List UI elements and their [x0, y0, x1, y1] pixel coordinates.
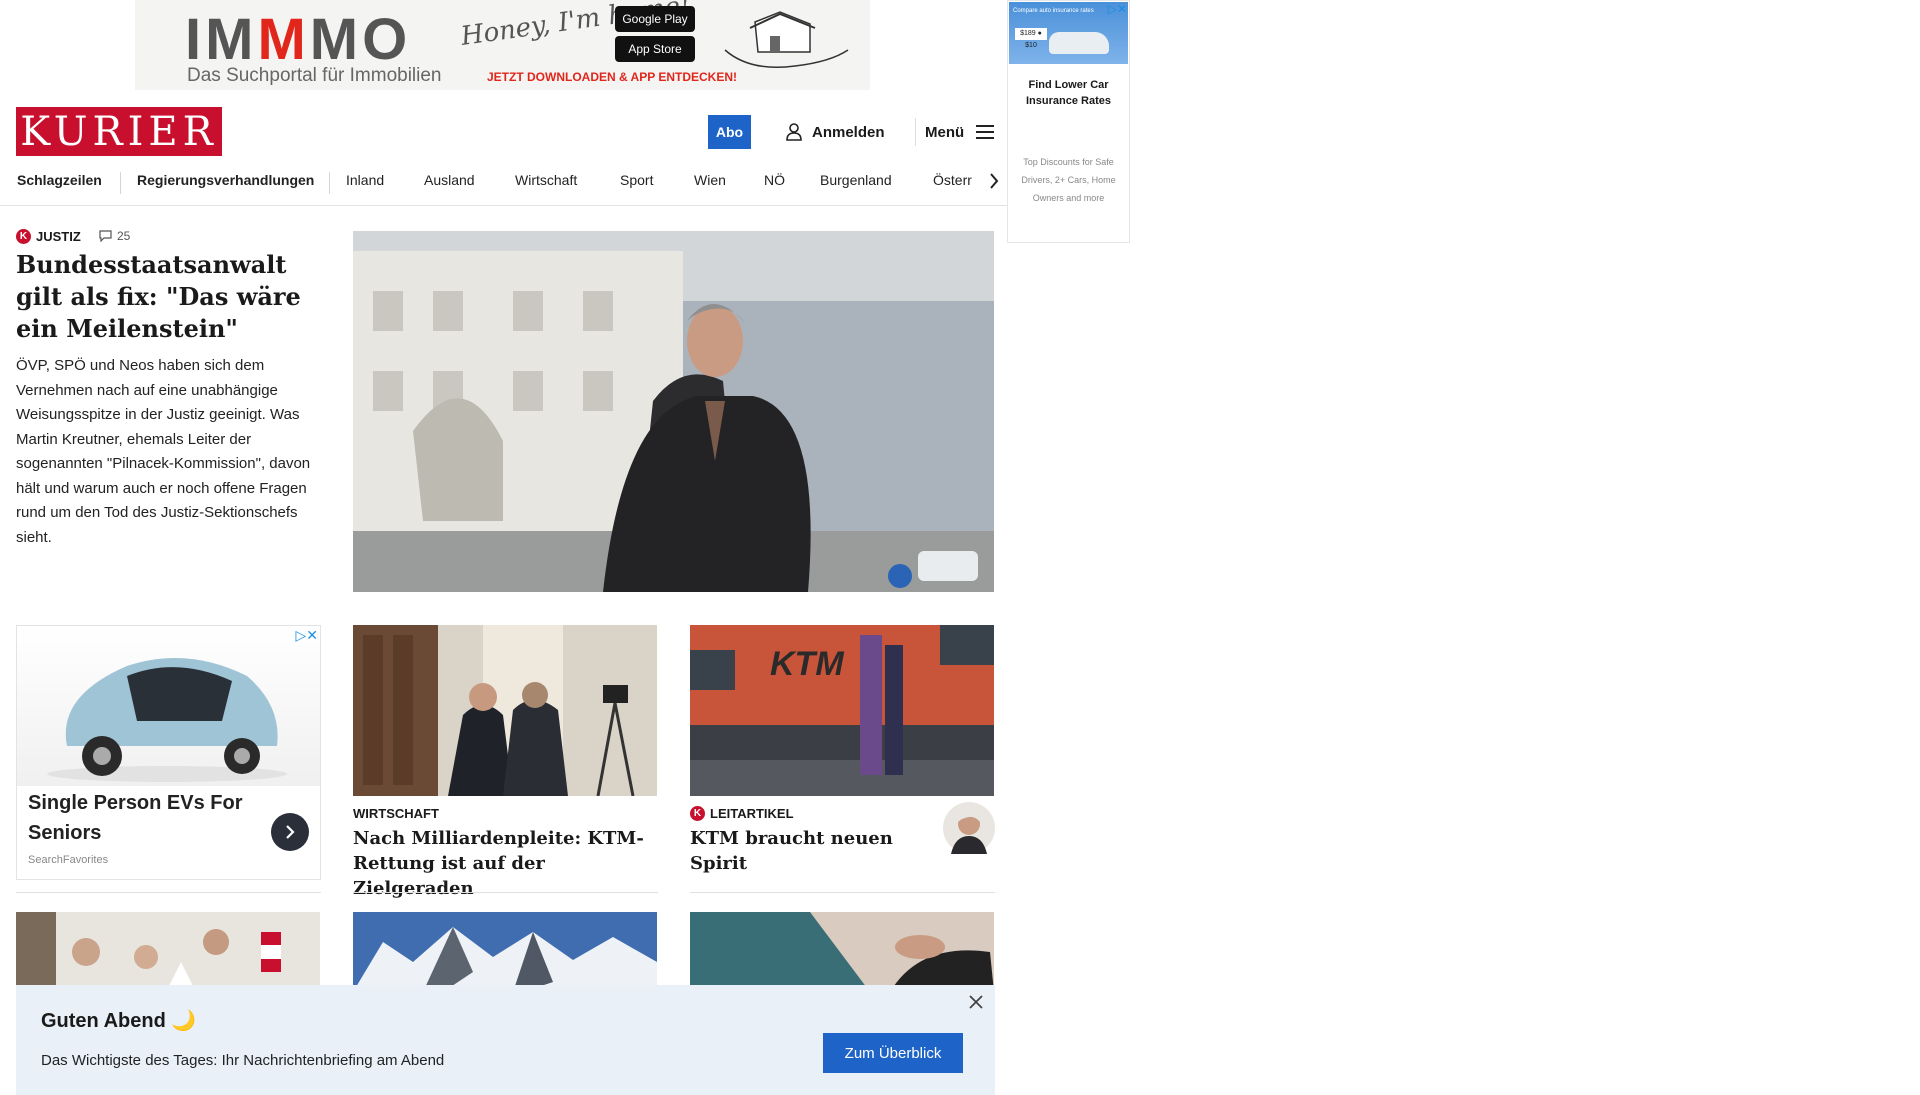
card-image-ktm-rettung[interactable] [353, 625, 657, 796]
close-icon [969, 995, 983, 1009]
car-image [1049, 32, 1109, 54]
nav-scroll-right[interactable] [969, 165, 999, 197]
inline-ad-go-button[interactable] [271, 813, 309, 851]
login-button[interactable]: Anmelden [786, 116, 885, 148]
nav-item-schlagzeilen[interactable]: Schlagzeilen [17, 165, 102, 205]
inline-ad[interactable]: ▷✕ Single Person EVs For Seniors SearchF… [16, 625, 321, 880]
ktm-sign: KTM [770, 645, 844, 683]
lead-comments[interactable]: 25 [99, 229, 130, 243]
side-ad-title: Find Lower Car Insurance Rates [1026, 79, 1111, 107]
kurier-k-badge-icon: K [16, 229, 31, 244]
side-ad[interactable]: Compare auto insurance rates $189 ● $10 … [1007, 0, 1130, 243]
user-icon [786, 123, 802, 141]
card-headline[interactable]: KTM braucht neuen Spirit [690, 826, 930, 876]
card-image-celebration[interactable] [16, 912, 320, 992]
card-photo [16, 912, 320, 992]
section-nav: Schlagzeilen Regierungsverhandlungen Inl… [0, 165, 1007, 206]
chevron-right-icon [990, 173, 999, 189]
lead-photo [353, 231, 994, 592]
card-kicker[interactable]: WIRTSCHAFT [353, 806, 439, 821]
banner-text: Das Wichtigste des Tages: Ihr Nachrichte… [41, 1052, 445, 1069]
kurier-k-badge-icon: K [690, 806, 705, 821]
nav-item-regierungsverhandlungen[interactable]: Regierungsverhandlungen [137, 165, 314, 205]
ad-choices-icon[interactable]: ▷✕ [1108, 2, 1127, 16]
inline-ad-image [17, 626, 320, 786]
nav-item-sport[interactable]: Sport [620, 165, 653, 205]
login-label: Anmelden [812, 123, 885, 141]
ad-brand-logo: IMMMO [185, 7, 412, 72]
card-image-mountains[interactable] [353, 912, 657, 992]
nav-item-oesterreich[interactable]: Österr [933, 165, 972, 205]
google-play-badge[interactable]: Google Play [615, 6, 695, 32]
overview-button[interactable]: Zum Überblick [823, 1033, 963, 1073]
ev-car-image [47, 658, 287, 782]
side-ad-image-text: Compare auto insurance rates [1013, 8, 1094, 14]
nav-item-ausland[interactable]: Ausland [424, 165, 475, 205]
abo-button[interactable]: Abo [708, 115, 751, 149]
nav-separator [120, 172, 121, 194]
card-photo [353, 625, 657, 796]
kurier-logo[interactable]: KURIER [16, 107, 222, 156]
card-category: LEITARTIKEL [710, 806, 794, 821]
card-kicker[interactable]: K LEITARTIKEL [690, 806, 794, 821]
menu-label: Menü [925, 123, 965, 141]
header-divider [915, 118, 916, 146]
comment-count: 25 [117, 229, 131, 243]
card-photo [353, 912, 657, 992]
house-in-hand-icon [724, 11, 849, 69]
banner-title: Guten Abend 🌙 [41, 1010, 197, 1032]
nav-separator [329, 172, 330, 194]
evening-briefing-banner: Guten Abend 🌙 Das Wichtigste des Tages: … [16, 985, 995, 1095]
close-banner-button[interactable] [966, 992, 986, 1012]
row-divider [16, 892, 321, 893]
author-avatar[interactable] [943, 802, 995, 854]
chevron-right-icon [286, 825, 295, 839]
ad-cta-text: JETZT DOWNLOADEN & APP ENTDECKEN! [487, 70, 738, 84]
card-headline[interactable]: Nach Milliardenpleite: KTM-Rettung ist a… [353, 826, 653, 901]
nav-item-burgenland[interactable]: Burgenland [820, 165, 892, 205]
card-photo [690, 912, 994, 992]
lead-image[interactable] [353, 231, 994, 592]
nav-item-noe[interactable]: NÖ [764, 165, 785, 205]
card-photo: KTM [690, 625, 994, 796]
nav-item-wien[interactable]: Wien [694, 165, 726, 205]
hamburger-icon [976, 125, 995, 139]
nav-item-wirtschaft[interactable]: Wirtschaft [515, 165, 577, 205]
lead-kicker[interactable]: K JUSTIZ [16, 229, 81, 244]
menu-button[interactable]: Menü [925, 116, 995, 148]
inline-ad-source: SearchFavorites [28, 854, 109, 866]
lead-headline[interactable]: Bundesstaatsanwalt gilt als fix: "Das wä… [16, 249, 316, 345]
inline-ad-title: Single Person EVs For Seniors [28, 792, 243, 844]
ad-choices-icon[interactable]: ▷✕ [296, 627, 319, 644]
card-image-people[interactable] [690, 912, 994, 992]
app-store-badge[interactable]: App Store [615, 36, 695, 62]
comment-icon [99, 230, 112, 242]
nav-item-inland[interactable]: Inland [346, 165, 384, 205]
row-divider [353, 892, 658, 893]
side-ad-text: Top Discounts for Safe Drivers, 2+ Cars,… [1021, 157, 1116, 203]
lead-category: JUSTIZ [36, 229, 81, 244]
top-banner-ad[interactable]: IMMMO Das Suchportal für Immobilien Hone… [135, 0, 870, 90]
ad-tagline: Das Suchportal für Immobilien [187, 65, 442, 86]
lead-teaser: ÖVP, SPÖ und Neos haben sich dem Vernehm… [16, 357, 311, 546]
side-ad-price-tag: $189 ● $10 [1015, 28, 1047, 49]
card-image-ktm-spirit[interactable]: KTM [690, 625, 994, 796]
row-divider [690, 892, 995, 893]
